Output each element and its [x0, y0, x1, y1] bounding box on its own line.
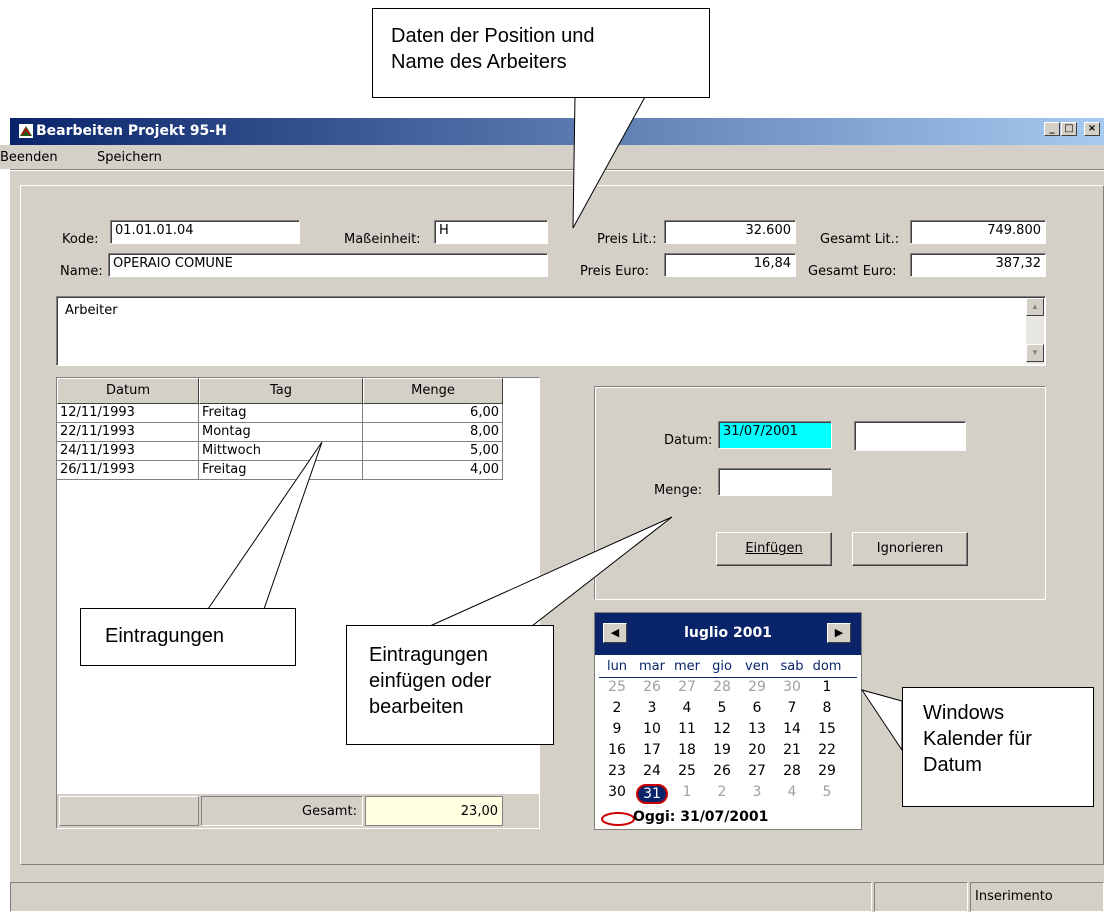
callout-edit-entries: Eintragungen einfügen oder bearbeiten [346, 625, 554, 745]
callout-position-data: Daten der Position und Name des Arbeiter… [372, 8, 710, 98]
callout-top-line1: Daten der Position und [391, 25, 595, 47]
callout-entries: Eintragungen [80, 608, 296, 666]
callout-cal-line1: Windows [923, 702, 1005, 724]
callout-cal-line3: Datum [923, 754, 982, 776]
callout-entries-text: Eintragungen [105, 625, 224, 647]
callout-calendar: Windows Kalender für Datum [902, 687, 1094, 807]
callout-edit-line3: bearbeiten [369, 696, 464, 718]
callout-cal-line2: Kalender für [923, 728, 1032, 750]
callout-edit-line2: einfügen oder [369, 670, 492, 692]
callout-edit-line1: Eintragungen [369, 644, 488, 666]
callout-top-line2: Name des Arbeiters [391, 51, 567, 73]
